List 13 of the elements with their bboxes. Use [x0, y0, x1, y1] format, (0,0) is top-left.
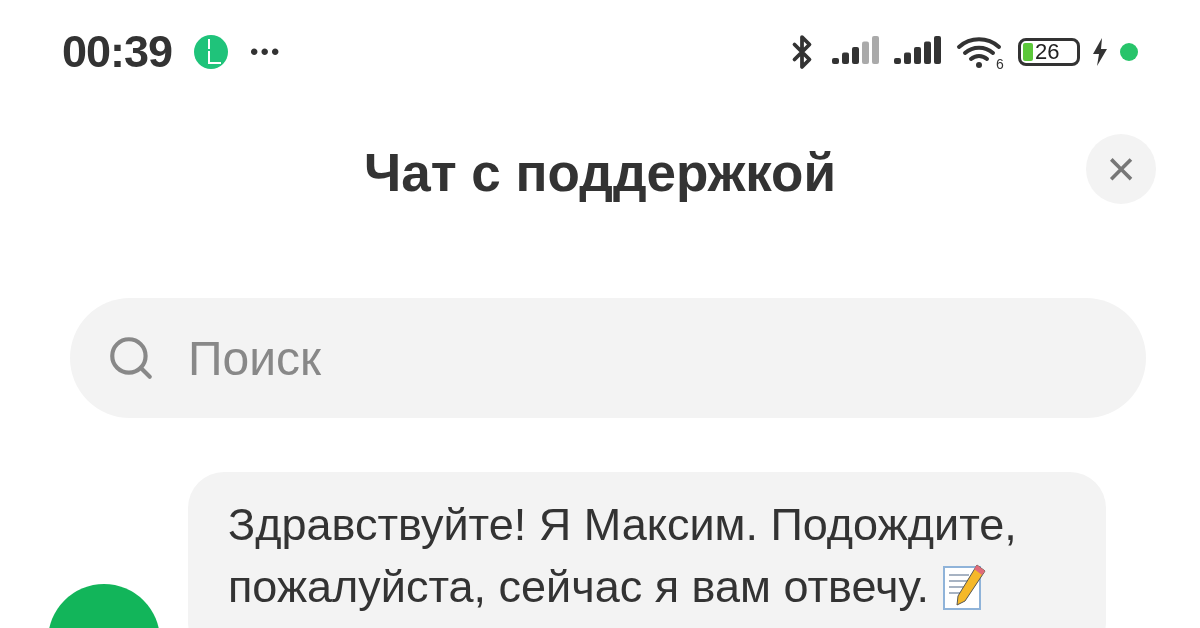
search-bar[interactable]: Поиск — [70, 298, 1146, 418]
chat-title: Чат с поддержкой — [363, 141, 837, 203]
message-text: Здравствуйте! Я Максим. Подождите, — [228, 498, 1017, 552]
close-button[interactable]: × — [1086, 134, 1156, 204]
memo-pencil-icon — [942, 563, 987, 611]
search-input[interactable]: Поиск — [186, 329, 1110, 387]
message-text: пожалуйста, сейчас я вам отвечу. — [228, 560, 929, 614]
charging-icon — [1092, 38, 1108, 66]
more-indicator: ••• — [250, 38, 282, 66]
app-notification-icon — [194, 35, 229, 69]
status-dot-icon — [1120, 43, 1138, 61]
status-time: 00:39 — [62, 26, 173, 78]
battery-icon: 26 — [1018, 38, 1080, 66]
